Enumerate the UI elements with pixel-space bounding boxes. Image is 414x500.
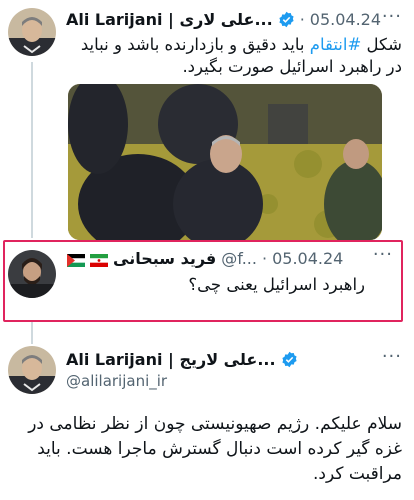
- hashtag-link[interactable]: #انتقام: [310, 35, 362, 54]
- highlighted-reply[interactable]: فرید سبحانی @f... · 05.04.24 ··· راهبرد …: [3, 240, 403, 322]
- separator-dot: ·: [261, 248, 268, 268]
- iran-flag-icon: [90, 252, 108, 267]
- verified-badge-icon: [281, 351, 298, 368]
- tweet-1[interactable]: Ali Larijani | علی لاری... · 05.04.24 ··…: [0, 6, 414, 240]
- tweet-date[interactable]: 05.04.24: [272, 249, 343, 268]
- more-dots-icon[interactable]: ···: [373, 244, 393, 265]
- tweet-text-pre: شکل: [361, 35, 402, 54]
- more-dots-icon[interactable]: ···: [382, 6, 402, 27]
- tweet-photo[interactable]: [68, 84, 382, 240]
- avatar-image: [8, 346, 56, 394]
- more-dots-icon[interactable]: ···: [382, 346, 402, 367]
- reply-text: راهبرد اسرائیل یعنی چی؟: [188, 275, 365, 294]
- tweet-date[interactable]: 05.04.24: [310, 10, 381, 29]
- reply-header: فرید سبحانی @f... · 05.04.24: [67, 246, 373, 270]
- avatar[interactable]: [8, 250, 56, 298]
- user-handle[interactable]: @f...: [221, 249, 257, 268]
- user-handle[interactable]: @alilarijani_ir: [66, 372, 167, 390]
- tweet-2[interactable]: Ali Larijani | علی لاریج... ··· @alilari…: [0, 344, 414, 500]
- tweet-text: شکل #انتقام باید دقیق و بازدارنده باشد و…: [66, 34, 402, 78]
- display-name[interactable]: Ali Larijani | علی لاریج...: [66, 350, 276, 369]
- separator-dot: ·: [299, 9, 305, 29]
- avatar[interactable]: [8, 8, 56, 56]
- display-name[interactable]: Ali Larijani | علی لاری...: [66, 10, 273, 29]
- avatar-image: [8, 250, 56, 298]
- verified-badge-icon: [278, 11, 295, 28]
- palestine-flag-icon: [67, 252, 85, 267]
- thread-connector: [31, 322, 33, 344]
- photo-image: [68, 84, 382, 240]
- avatar[interactable]: [8, 346, 56, 394]
- tweet-text: سلام علیکم. رژیم صهیونیستی چون از نظر نظ…: [28, 414, 402, 484]
- avatar-image: [8, 8, 56, 56]
- display-name[interactable]: فرید سبحانی: [113, 249, 216, 268]
